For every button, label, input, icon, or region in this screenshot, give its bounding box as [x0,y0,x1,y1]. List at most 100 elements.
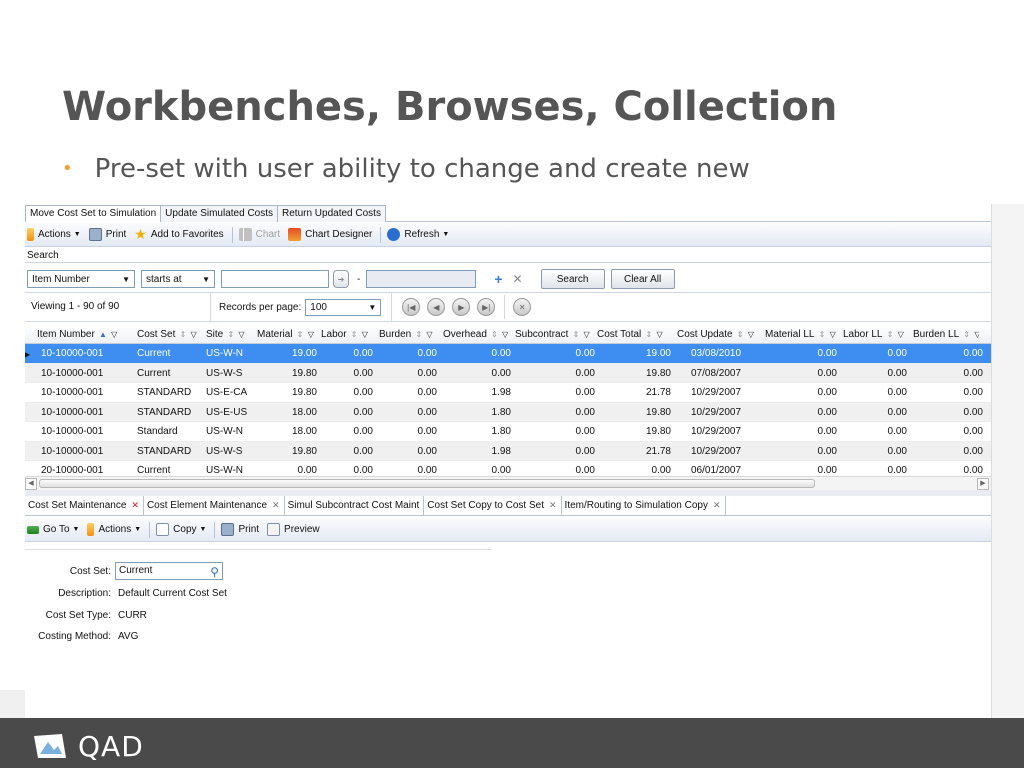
scroll-left-icon[interactable]: ◀ [25,478,37,490]
tab-item-routing-copy[interactable]: Item/Routing to Simulation Copy ✕ [562,495,726,516]
column-header[interactable]: Labor ⇕ ▽ [321,326,373,343]
column-header[interactable]: Material LL ⇕ ▽ [765,326,837,343]
table-cell: 10/29/2007 [691,426,742,437]
filter-icon[interactable]: ▽ [827,330,836,339]
search-button[interactable]: Search [540,269,605,289]
tab-update-simulated-costs[interactable]: Update Simulated Costs [160,205,279,222]
column-header[interactable]: Cost Total ⇕ ▽ [597,326,669,343]
column-header[interactable]: Burden ⇕ ▽ [379,326,437,343]
right-edge-panel [991,204,1024,718]
tab-move-cost-set[interactable]: Move Cost Set to Simulation [25,205,162,222]
tab-cost-set-copy[interactable]: Cost Set Copy to Cost Set ✕ [424,495,562,516]
sort-icon[interactable]: ⇕ [884,330,894,339]
cost-set-input[interactable]: Current ⚲ [115,562,223,580]
lookup-button[interactable]: ➔ [333,270,349,288]
clear-all-button[interactable]: Clear All [610,269,675,289]
search-icon[interactable]: ⚲ [210,564,219,580]
filter-icon[interactable]: ▽ [500,330,508,339]
column-header[interactable]: Burden LL ⇕ ▽ [913,326,979,343]
goto-menu[interactable]: Go To ▼ [27,524,79,535]
search-value-input[interactable] [221,270,329,288]
close-icon[interactable]: ✕ [549,500,557,511]
filter-icon[interactable]: ▽ [188,330,197,339]
filter-icon[interactable]: ▽ [306,330,314,339]
table-row[interactable]: 10-10000-001 STANDARD US-E-CA 19.80 0.00 0.00… [25,383,991,403]
scroll-thumb[interactable] [39,479,815,488]
filter-icon[interactable]: ▽ [972,330,979,339]
column-header[interactable]: Site ⇕ ▽ [206,326,256,343]
scroll-right-icon[interactable]: ▶ [977,478,989,490]
column-header[interactable]: Cost Set ⇕ ▽ [137,326,203,343]
last-page-icon[interactable]: ▶| [477,298,496,316]
filter-icon[interactable]: ▽ [654,330,662,339]
column-header[interactable]: Material ⇕ ▽ [257,326,317,343]
column-header[interactable]: Overhead ⇕ ▽ [443,326,511,343]
refresh-menu[interactable]: Refresh ▼ [387,228,449,241]
chart-designer-button[interactable]: Chart Designer [288,228,372,241]
table-cell: 0.00 [575,445,595,457]
table-row[interactable]: ▶ 10-10000-001 Current US-W-N 19.00 0.00 0.00 0… [25,344,991,364]
table-cell: 18.00 [291,406,317,418]
add-favorites-label: Add to Favorites [150,229,224,240]
table-cell: 10-10000-001 [41,426,104,437]
tab-cost-set-maintenance[interactable]: Cost Set Maintenance ✕ [25,495,144,516]
print-button[interactable]: Print [88,228,126,241]
search-range-input[interactable] [366,270,477,288]
filter-icon[interactable]: ▽ [746,330,754,339]
prev-page-icon[interactable]: ◀ [427,298,446,316]
sort-icon[interactable]: ▲ [97,330,107,339]
column-header[interactable]: Cost Update ⇕ ▽ [677,326,757,343]
tab-cost-element-maintenance[interactable]: Cost Element Maintenance ✕ [144,495,285,516]
add-favorites-button[interactable]: ★ Add to Favorites [134,226,223,243]
add-criteria-icon[interactable]: + [494,271,502,287]
sort-icon[interactable]: ⇕ [643,330,653,339]
next-page-icon[interactable]: ▶ [452,298,471,316]
column-header[interactable]: Labor LL ⇕ ▽ [843,326,907,343]
column-header[interactable]: Item Number ▲ ▽ [37,326,133,343]
search-operator-select[interactable]: starts at ▼ [141,270,215,288]
sort-icon[interactable]: ⇕ [816,330,826,339]
table-cell: 0.00 [491,348,511,359]
filter-icon[interactable]: ▽ [109,330,117,339]
copy-menu[interactable]: Copy ▼ [156,523,206,536]
actions-menu[interactable]: Actions ▼ [27,228,81,241]
preview-button[interactable]: Preview [267,523,320,536]
remove-criteria-icon[interactable]: ✕ [513,272,523,286]
sort-icon[interactable]: ⇕ [413,330,422,339]
chevron-down-icon: ▼ [72,526,80,533]
sort-icon[interactable]: ⇕ [489,330,498,339]
stop-icon[interactable]: ✕ [513,298,532,316]
filter-icon[interactable]: ▽ [236,330,244,339]
horizontal-scrollbar[interactable]: ◀ ▶ [25,476,991,490]
sort-icon[interactable]: ⇕ [961,330,970,339]
tab-label: Cost Set Maintenance [28,500,127,511]
form-actions-menu[interactable]: Actions ▼ [87,523,141,536]
filter-icon[interactable]: ▽ [895,330,904,339]
close-icon[interactable]: ✕ [713,500,721,511]
chart-button[interactable]: Chart [238,228,280,241]
records-per-page-select[interactable]: 100 ▼ [305,298,382,316]
table-cell: 19.80 [291,387,317,398]
sort-icon[interactable]: ⇕ [735,330,744,339]
filter-icon[interactable]: ▽ [424,330,432,339]
close-icon[interactable]: ✕ [272,500,280,511]
column-header[interactable]: Subcontract ⇕ ▽ [515,326,593,343]
table-row[interactable]: 10-10000-001 STANDARD US-W-S 19.80 0.00 0.00 1… [25,441,991,461]
filter-icon[interactable]: ▽ [581,330,590,339]
table-row[interactable]: 10-10000-001 STANDARD US-E-US 18.00 0.00 0.00… [25,402,991,422]
form-print-button[interactable]: Print [221,523,259,536]
sort-icon[interactable]: ⇕ [570,330,580,339]
table-row[interactable]: 10-10000-001 Current US-W-S 19.80 0.00 0.00 0.… [25,363,991,383]
lookup-icon: ➔ [337,274,345,284]
close-icon[interactable]: ✕ [131,500,139,511]
first-page-icon[interactable]: |◀ [402,298,421,316]
tab-simul-subcontract[interactable]: Simul Subcontract Cost Maint [285,495,425,516]
search-field-select[interactable]: Item Number ▼ [27,270,135,288]
filter-icon[interactable]: ▽ [360,330,368,339]
sort-icon[interactable]: ⇕ [225,330,234,339]
tab-return-updated-costs[interactable]: Return Updated Costs [277,205,386,222]
table-row[interactable]: 10-10000-001 Standard US-W-N 18.00 0.00 0.00 1… [25,422,991,442]
sort-icon[interactable]: ⇕ [349,330,358,339]
sort-icon[interactable]: ⇕ [295,330,304,339]
sort-icon[interactable]: ⇕ [177,330,187,339]
